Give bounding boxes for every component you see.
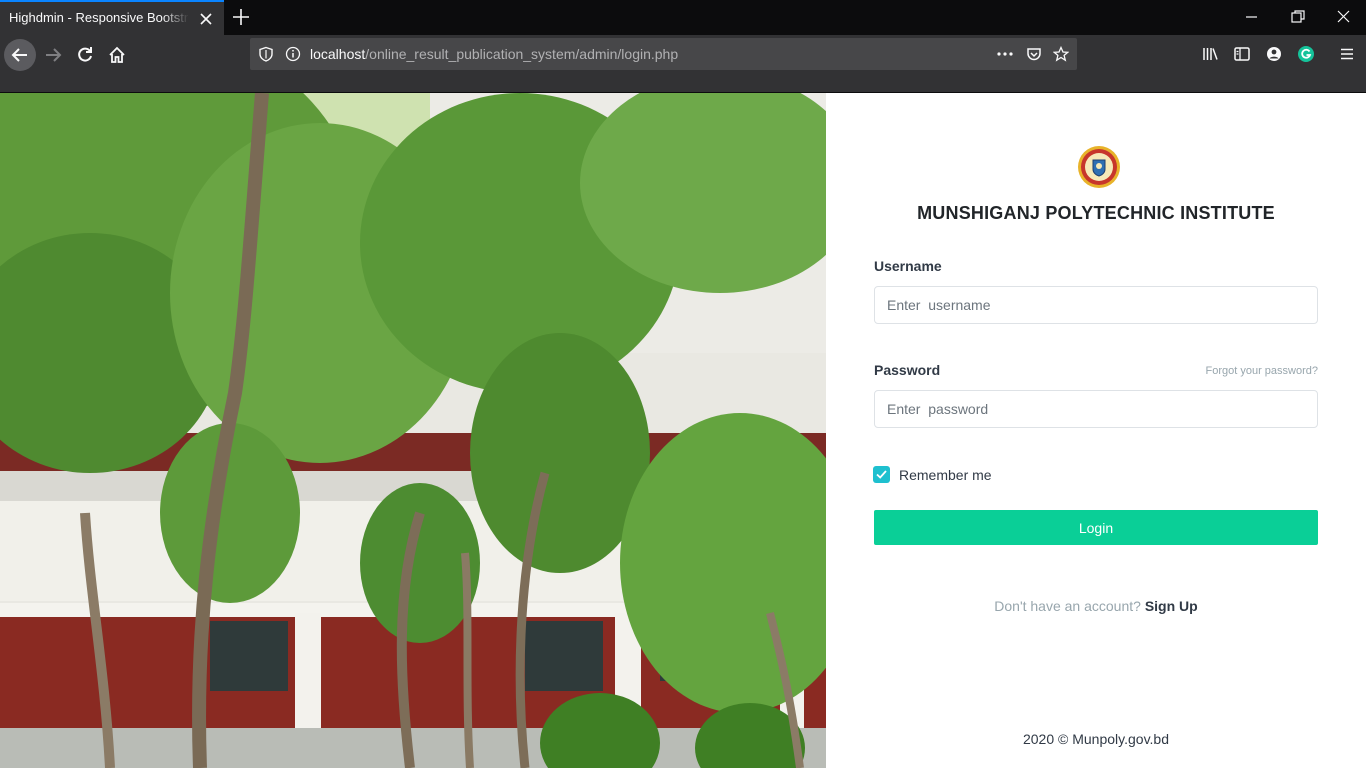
close-window-icon[interactable]	[1332, 6, 1356, 28]
reload-icon[interactable]	[69, 39, 101, 71]
sidebar-icon[interactable]	[1233, 45, 1251, 63]
url-text: localhost/online_result_publication_syst…	[310, 46, 678, 62]
url-bar[interactable]: localhost/online_result_publication_syst…	[250, 38, 1077, 70]
shield-icon[interactable]	[258, 46, 274, 62]
back-icon[interactable]	[4, 39, 36, 71]
password-label: Password	[874, 362, 941, 378]
remember-me-label[interactable]: Remember me	[899, 467, 992, 483]
account-icon[interactable]	[1265, 45, 1283, 63]
tab-title: Highdmin - Responsive Bootstrap 4 Admin …	[9, 10, 189, 25]
info-icon[interactable]	[285, 46, 301, 62]
footer-copyright: 2020 © Munpoly.gov.bd	[1022, 731, 1169, 747]
restore-icon[interactable]	[1286, 6, 1310, 28]
menu-icon[interactable]	[1338, 45, 1356, 63]
forgot-password-link[interactable]: Forgot your password?	[1206, 365, 1319, 377]
login-button[interactable]: Login	[874, 510, 1318, 545]
username-input[interactable]	[874, 286, 1318, 324]
browser-toolbar: localhost/online_result_publication_syst…	[0, 35, 1366, 92]
remember-me-checkbox[interactable]	[873, 466, 890, 483]
password-input[interactable]	[874, 390, 1318, 428]
checkmark-icon	[876, 470, 887, 479]
institute-logo	[1077, 145, 1121, 189]
campus-photo	[0, 93, 826, 768]
pocket-icon[interactable]	[1026, 46, 1042, 62]
username-label: Username	[874, 258, 942, 274]
more-icon[interactable]	[996, 46, 1013, 62]
home-icon[interactable]	[101, 39, 133, 71]
signup-prompt: Don't have an account?	[994, 598, 1141, 614]
signup-row: Don't have an account? Sign Up	[826, 598, 1366, 614]
star-icon[interactable]	[1052, 45, 1070, 62]
minimize-icon[interactable]	[1240, 6, 1264, 28]
grammarly-icon[interactable]	[1297, 45, 1315, 63]
url-path: /online_result_publication_system/admin/…	[365, 46, 679, 62]
browser-tabbar: Highdmin - Responsive Bootstrap 4 Admin …	[0, 0, 1366, 35]
login-panel: MUNSHIGANJ POLYTECHNIC INSTITUTE Usernam…	[826, 93, 1366, 768]
close-tab-icon[interactable]	[198, 11, 214, 27]
page: MUNSHIGANJ POLYTECHNIC INSTITUTE Usernam…	[0, 93, 1366, 768]
institute-name: MUNSHIGANJ POLYTECHNIC INSTITUTE	[917, 203, 1275, 223]
signup-link[interactable]: Sign Up	[1145, 598, 1198, 614]
url-host: localhost	[310, 46, 366, 62]
browser-tab[interactable]: Highdmin - Responsive Bootstrap 4 Admin …	[0, 0, 224, 35]
library-icon[interactable]	[1201, 45, 1219, 63]
forward-icon[interactable]	[37, 39, 69, 71]
new-tab-icon[interactable]	[230, 6, 252, 28]
